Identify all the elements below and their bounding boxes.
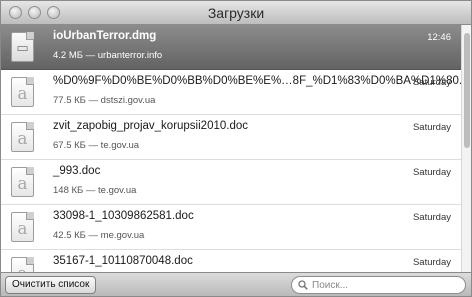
download-size-source: 42.5 КБ — me.gov.ua — [53, 230, 145, 241]
download-item[interactable]: a _993.doc 148 КБ — te.gov.ua Saturday — [1, 160, 463, 205]
download-item[interactable]: a %D0%9F%D0%BE%D0%BB%D0%BE%E%…8F_%D1%83%D… — [1, 70, 463, 115]
download-filename: %D0%9F%D0%BE%D0%BB%D0%BE%E%…8F_%D1%83%D0… — [53, 75, 463, 87]
search-icon — [298, 280, 308, 290]
download-size-source: 67.5 КБ — te.gov.ua — [53, 140, 140, 151]
download-filename: ioUrbanTerror.dmg — [53, 30, 157, 42]
download-time: Saturday — [412, 257, 451, 268]
bottom-bar: Очистить список — [1, 272, 471, 296]
download-size-source: 77.5 КБ — dstszi.gov.ua — [53, 95, 156, 106]
clear-list-button[interactable]: Очистить список — [5, 276, 97, 294]
document-icon: a — [11, 77, 34, 107]
title-bar: Загрузки — [1, 1, 471, 25]
download-size-source: 4.2 МБ — urbanterror.info — [53, 50, 163, 61]
document-icon: a — [11, 212, 34, 242]
download-size-source: 148 КБ — te.gov.ua — [53, 185, 137, 196]
download-item[interactable]: a 35167-1_10110870048.doc Saturday — [1, 250, 463, 274]
download-item[interactable]: a zvit_zapobig_projav_korupsii2010.doc 67.… — [1, 115, 463, 160]
document-icon: a — [11, 167, 34, 197]
download-filename: 35167-1_10110870048.doc — [53, 255, 193, 267]
search-input[interactable] — [312, 278, 460, 292]
download-time: Saturday — [412, 77, 451, 88]
document-icon: a — [11, 122, 34, 152]
scrollbar-thumb[interactable] — [464, 33, 470, 148]
scrollbar[interactable] — [461, 25, 471, 274]
download-time: Saturday — [412, 212, 451, 223]
download-filename: zvit_zapobig_projav_korupsii2010.doc — [53, 120, 248, 132]
downloads-window: Загрузки ▭ ioUrbanTerror.dmg 4.2 МБ — urba… — [0, 0, 472, 297]
download-item[interactable]: a 33098-1_10309862581.doc 42.5 КБ — me.gov… — [1, 205, 463, 250]
downloads-list: ▭ ioUrbanTerror.dmg 4.2 МБ — urbanterror.i… — [1, 25, 463, 274]
download-item[interactable]: ▭ ioUrbanTerror.dmg 4.2 МБ — urbanterror.i… — [1, 25, 463, 70]
download-time: Saturday — [412, 167, 451, 178]
search-field[interactable] — [291, 276, 466, 294]
disk-image-icon: ▭ — [11, 32, 34, 62]
download-time: Saturday — [412, 122, 451, 133]
download-filename: _993.doc — [53, 165, 101, 177]
download-filename: 33098-1_10309862581.doc — [53, 210, 194, 222]
download-time: 12:46 — [427, 32, 451, 43]
window-title: Загрузки — [207, 5, 265, 21]
